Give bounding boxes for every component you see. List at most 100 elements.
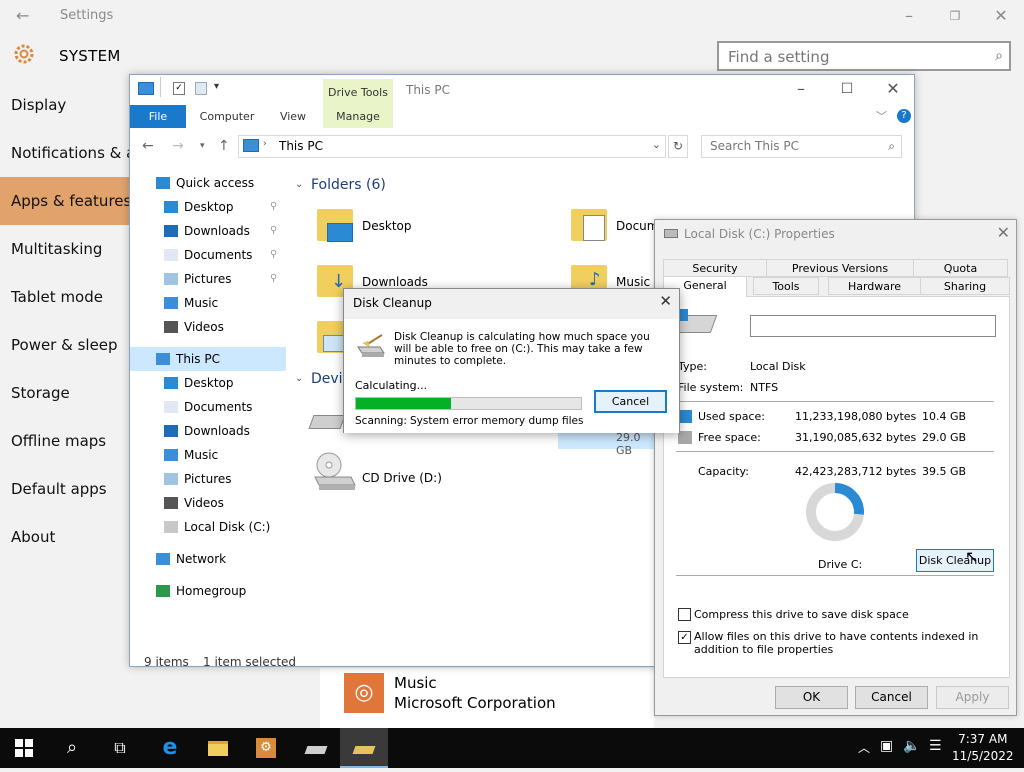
hard-drive-icon[interactable] <box>308 403 347 439</box>
nav-item[interactable]: Multitasking <box>0 225 130 273</box>
tab-previous-versions[interactable]: Previous Versions <box>766 259 914 277</box>
tree-item-network[interactable]: Network <box>130 547 286 571</box>
help-icon[interactable]: ? <box>897 109 911 123</box>
customize-qa-icon[interactable]: ▾ <box>214 81 219 92</box>
tab-security[interactable]: Security <box>663 259 767 277</box>
tab-computer[interactable]: Computer <box>192 105 262 128</box>
tab-quota[interactable]: Quota <box>913 259 1008 277</box>
tab-sharing[interactable]: Sharing <box>920 277 1010 295</box>
find-setting-input[interactable]: Find a setting ⌕ <box>717 41 1011 71</box>
tree-item[interactable]: Pictures <box>130 467 286 491</box>
back-arrow-icon[interactable]: ← <box>16 6 29 25</box>
network-icon[interactable]: ▣ <box>880 738 893 754</box>
tree-item-this-pc[interactable]: This PC <box>130 347 286 371</box>
cancel-button[interactable]: Cancel <box>855 686 928 709</box>
close-button[interactable]: ✕ <box>870 75 916 103</box>
folder-icon[interactable] <box>571 209 607 241</box>
cancel-button[interactable]: Cancel <box>594 390 667 413</box>
tree-item[interactable]: Downloads <box>130 419 286 443</box>
restore-button[interactable]: ❐ <box>932 0 978 32</box>
cd-drive-icon[interactable] <box>311 451 357 491</box>
tree-item-label: Network <box>176 552 227 566</box>
tree-item[interactable]: Documents ⚲ <box>130 243 286 267</box>
nav-item[interactable]: Storage <box>0 369 130 417</box>
volume-label-input[interactable] <box>750 315 996 337</box>
collapse-icon[interactable]: ⌄ <box>295 373 303 384</box>
show-hidden-icons-icon[interactable]: ︿ <box>858 739 870 756</box>
tree-item[interactable]: Videos <box>130 491 286 515</box>
close-button[interactable]: ✕ <box>997 223 1010 242</box>
back-arrow-icon[interactable]: ← <box>142 138 154 154</box>
tree-item-homegroup[interactable]: Homegroup <box>130 579 286 603</box>
new-folder-qa-icon[interactable] <box>195 82 207 95</box>
nav-item[interactable]: Apps & features <box>0 177 130 225</box>
nav-item[interactable]: Power & sleep <box>0 321 130 369</box>
clock[interactable]: 7:37 AM 11/5/2022 <box>952 731 1014 765</box>
recent-locations-icon[interactable]: ▾ <box>200 141 205 151</box>
compress-label[interactable]: Compress this drive to save disk space <box>694 608 909 621</box>
folder-label[interactable]: Desktop <box>362 219 412 233</box>
tab-tools[interactable]: Tools <box>753 277 819 295</box>
tab-file[interactable]: File <box>130 105 186 128</box>
drive-app-icon[interactable] <box>292 728 340 768</box>
edge-browser-icon[interactable]: e <box>146 728 194 768</box>
breadcrumb-chevron-icon[interactable]: › <box>263 139 267 149</box>
up-arrow-icon[interactable]: ↑ <box>218 138 230 154</box>
tree-item-quick-access[interactable]: Quick access <box>130 171 286 195</box>
expand-ribbon-icon[interactable]: ﹀ <box>876 108 887 124</box>
start-button[interactable] <box>0 728 48 768</box>
search-icon[interactable]: ⌕ <box>48 728 96 768</box>
app-list-item[interactable]: ◎ Music Microsoft Corporation <box>320 668 654 728</box>
folders-group-header[interactable]: Folders (6) <box>311 177 386 193</box>
folder-label[interactable]: Docum <box>616 219 658 233</box>
folder-label[interactable]: Downloads <box>362 275 428 289</box>
tree-item[interactable]: Desktop <box>130 371 286 395</box>
close-button[interactable]: ✕ <box>978 0 1024 32</box>
tree-item[interactable]: Pictures ⚲ <box>130 267 286 291</box>
tree-item[interactable]: Documents <box>130 395 286 419</box>
chevron-down-icon[interactable]: ⌄ <box>652 138 661 151</box>
cd-drive-label[interactable]: CD Drive (D:) <box>362 471 442 485</box>
tree-item[interactable]: Music <box>130 291 286 315</box>
address-bar[interactable]: › This PC ⌄ <box>238 135 666 158</box>
apply-button[interactable]: Apply <box>936 686 1009 709</box>
folder-label[interactable]: Music <box>616 275 650 289</box>
tab-hardware[interactable]: Hardware <box>828 277 921 295</box>
tree-item[interactable]: Videos <box>130 315 286 339</box>
folder-icon[interactable] <box>317 209 353 242</box>
close-button[interactable]: ✕ <box>659 292 672 310</box>
nav-item[interactable]: Display <box>0 81 130 129</box>
tree-item[interactable]: Desktop ⚲ <box>130 195 286 219</box>
collapse-icon[interactable]: ⌄ <box>295 179 303 190</box>
index-label[interactable]: Allow files on this drive to have conten… <box>694 630 994 656</box>
search-input[interactable]: Search This PC ⌕ <box>701 135 902 158</box>
volume-muted-icon[interactable]: 🔈 <box>903 738 920 754</box>
nav-item[interactable]: Default apps <box>0 465 130 513</box>
minimize-button[interactable]: – <box>886 0 932 32</box>
ok-button[interactable]: OK <box>775 686 848 709</box>
tree-item[interactable]: Local Disk (C:) <box>130 515 286 539</box>
compress-checkbox[interactable] <box>678 608 691 621</box>
tab-view[interactable]: View <box>270 105 316 128</box>
index-checkbox[interactable]: ✓ <box>678 631 691 644</box>
nav-item[interactable]: About <box>0 513 130 561</box>
nav-item[interactable]: Tablet mode <box>0 273 130 321</box>
forward-arrow-icon[interactable]: → <box>172 138 184 154</box>
minimize-button[interactable]: – <box>778 75 824 103</box>
nav-item[interactable]: Notifications & actions <box>0 129 130 177</box>
tree-item-icon <box>164 225 178 237</box>
task-view-icon[interactable]: ⧉ <box>96 728 144 768</box>
nav-item[interactable]: Offline maps <box>0 417 130 465</box>
tree-item[interactable]: Downloads ⚲ <box>130 219 286 243</box>
devices-group-header[interactable]: Devi <box>311 371 343 387</box>
disk-cleanup-taskbar-icon[interactable] <box>340 728 388 768</box>
properties-qa-icon[interactable]: ✓ <box>173 82 185 95</box>
tab-manage[interactable]: Manage <box>323 105 393 128</box>
tree-item[interactable]: Music <box>130 443 286 467</box>
action-center-icon[interactable]: ☰ <box>929 738 942 754</box>
maximize-button[interactable]: ☐ <box>824 75 870 103</box>
settings-gear-icon[interactable]: ⚙ <box>242 728 290 768</box>
refresh-button[interactable]: ↻ <box>668 135 688 158</box>
file-explorer-icon[interactable] <box>194 728 242 768</box>
disk-cleanup-button[interactable]: Disk Cleanup <box>916 549 994 572</box>
